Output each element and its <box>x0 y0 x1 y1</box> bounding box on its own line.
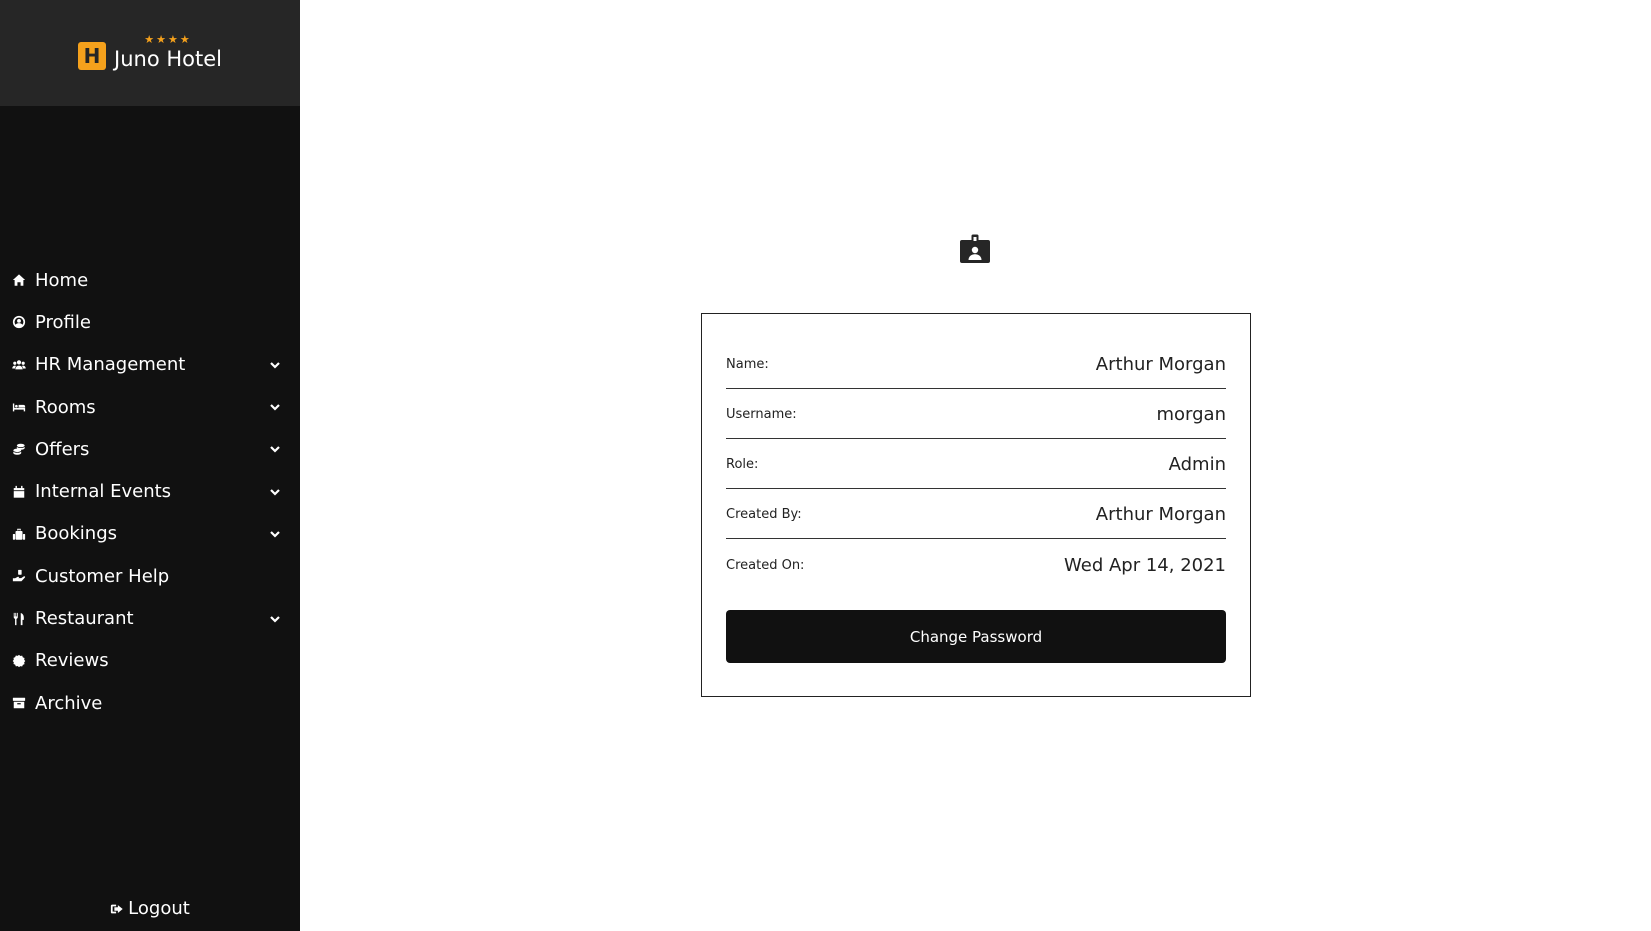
sidebar-item-archive[interactable]: Archive <box>0 682 300 724</box>
star-rating: ★★★★ <box>144 33 192 46</box>
chevron-down-icon[interactable] <box>268 400 282 414</box>
sidebar-item-label: Rooms <box>35 396 96 418</box>
sidebar-item-restaurant[interactable]: Restaurant <box>0 597 300 639</box>
sidebar-item-profile[interactable]: Profile <box>0 301 300 343</box>
sidebar-item-customer-help[interactable]: Customer Help <box>0 555 300 597</box>
change-password-button[interactable]: Change Password <box>726 610 1226 663</box>
brand-text: ★★★★ Juno Hotel <box>114 34 222 72</box>
sidebar-item-reviews[interactable]: Reviews <box>0 640 300 682</box>
logout-label: Logout <box>128 898 190 919</box>
role-value: Admin <box>1168 454 1226 475</box>
luggage-icon <box>11 526 27 542</box>
role-label: Role: <box>726 457 759 472</box>
sidebar-item-label: Archive <box>35 692 103 714</box>
bed-icon <box>11 399 27 415</box>
sidebar-item-label: Internal Events <box>35 481 172 503</box>
sidebar-item-bookings[interactable]: Bookings <box>0 513 300 555</box>
logo-letter: H <box>83 44 101 68</box>
chevron-down-icon[interactable] <box>268 612 282 626</box>
sidebar-item-label: HR Management <box>35 354 186 376</box>
utensils-icon <box>11 611 27 627</box>
archive-icon <box>11 695 27 711</box>
chevron-down-icon[interactable] <box>268 527 282 541</box>
coins-icon <box>11 441 27 457</box>
sidebar-item-rooms[interactable]: Rooms <box>0 386 300 428</box>
hotel-name: Juno Hotel <box>114 47 222 71</box>
sidebar-item-offers[interactable]: Offers <box>0 428 300 470</box>
created-on-label: Created On: <box>726 557 805 573</box>
user-circle-icon <box>11 314 27 330</box>
name-value: Arthur Morgan <box>1095 354 1226 375</box>
home-icon <box>11 272 27 288</box>
sidebar-item-label: Home <box>35 269 89 291</box>
sidebar-item-label: Profile <box>35 311 91 333</box>
created-by-value: Arthur Morgan <box>1095 504 1226 525</box>
created-by-label: Created By: <box>726 507 802 522</box>
sidebar-nav: Home Profile HR Management Rooms Offers … <box>0 259 300 724</box>
sidebar-item-label: Restaurant <box>35 608 134 630</box>
logout-icon <box>111 904 123 913</box>
profile-card: Name: Arthur Morgan Username: morgan Rol… <box>701 313 1251 697</box>
sidebar-item-label: Reviews <box>35 650 109 672</box>
sidebar: H ★★★★ Juno Hotel Home Profile HR Manage… <box>0 0 300 931</box>
profile-row-name: Name: Arthur Morgan <box>726 339 1226 389</box>
brand-header: H ★★★★ Juno Hotel <box>0 0 300 106</box>
name-label: Name: <box>726 357 769 372</box>
sidebar-item-label: Offers <box>35 438 90 460</box>
sidebar-item-internal-events[interactable]: Internal Events <box>0 470 300 512</box>
sidebar-item-label: Bookings <box>35 523 118 545</box>
hotel-logo-icon: H <box>78 42 107 70</box>
username-label: Username: <box>726 407 797 422</box>
profile-row-created-by: Created By: Arthur Morgan <box>726 489 1226 539</box>
users-icon <box>11 357 27 373</box>
sidebar-item-label: Customer Help <box>35 565 170 587</box>
chevron-down-icon[interactable] <box>268 442 282 456</box>
username-value: morgan <box>1156 404 1227 425</box>
profile-row-created-on: Created On: Wed Apr 14, 2021 <box>726 539 1226 589</box>
calendar-icon <box>11 484 27 500</box>
app-root: H ★★★★ Juno Hotel Home Profile HR Manage… <box>0 0 1651 931</box>
sidebar-item-hr-management[interactable]: HR Management <box>0 344 300 386</box>
badge-icon <box>11 653 27 669</box>
id-badge-icon <box>960 234 990 263</box>
logout-button[interactable]: Logout <box>0 898 300 919</box>
hand-holding-icon <box>11 568 27 584</box>
profile-row-username: Username: morgan <box>726 389 1226 439</box>
chevron-down-icon[interactable] <box>268 358 282 372</box>
profile-row-role: Role: Admin <box>726 439 1226 489</box>
sidebar-item-home[interactable]: Home <box>0 259 300 301</box>
created-on-value: Wed Apr 14, 2021 <box>1064 554 1226 576</box>
brand-logo-group[interactable]: H ★★★★ Juno Hotel <box>78 34 222 72</box>
chevron-down-icon[interactable] <box>268 485 282 499</box>
